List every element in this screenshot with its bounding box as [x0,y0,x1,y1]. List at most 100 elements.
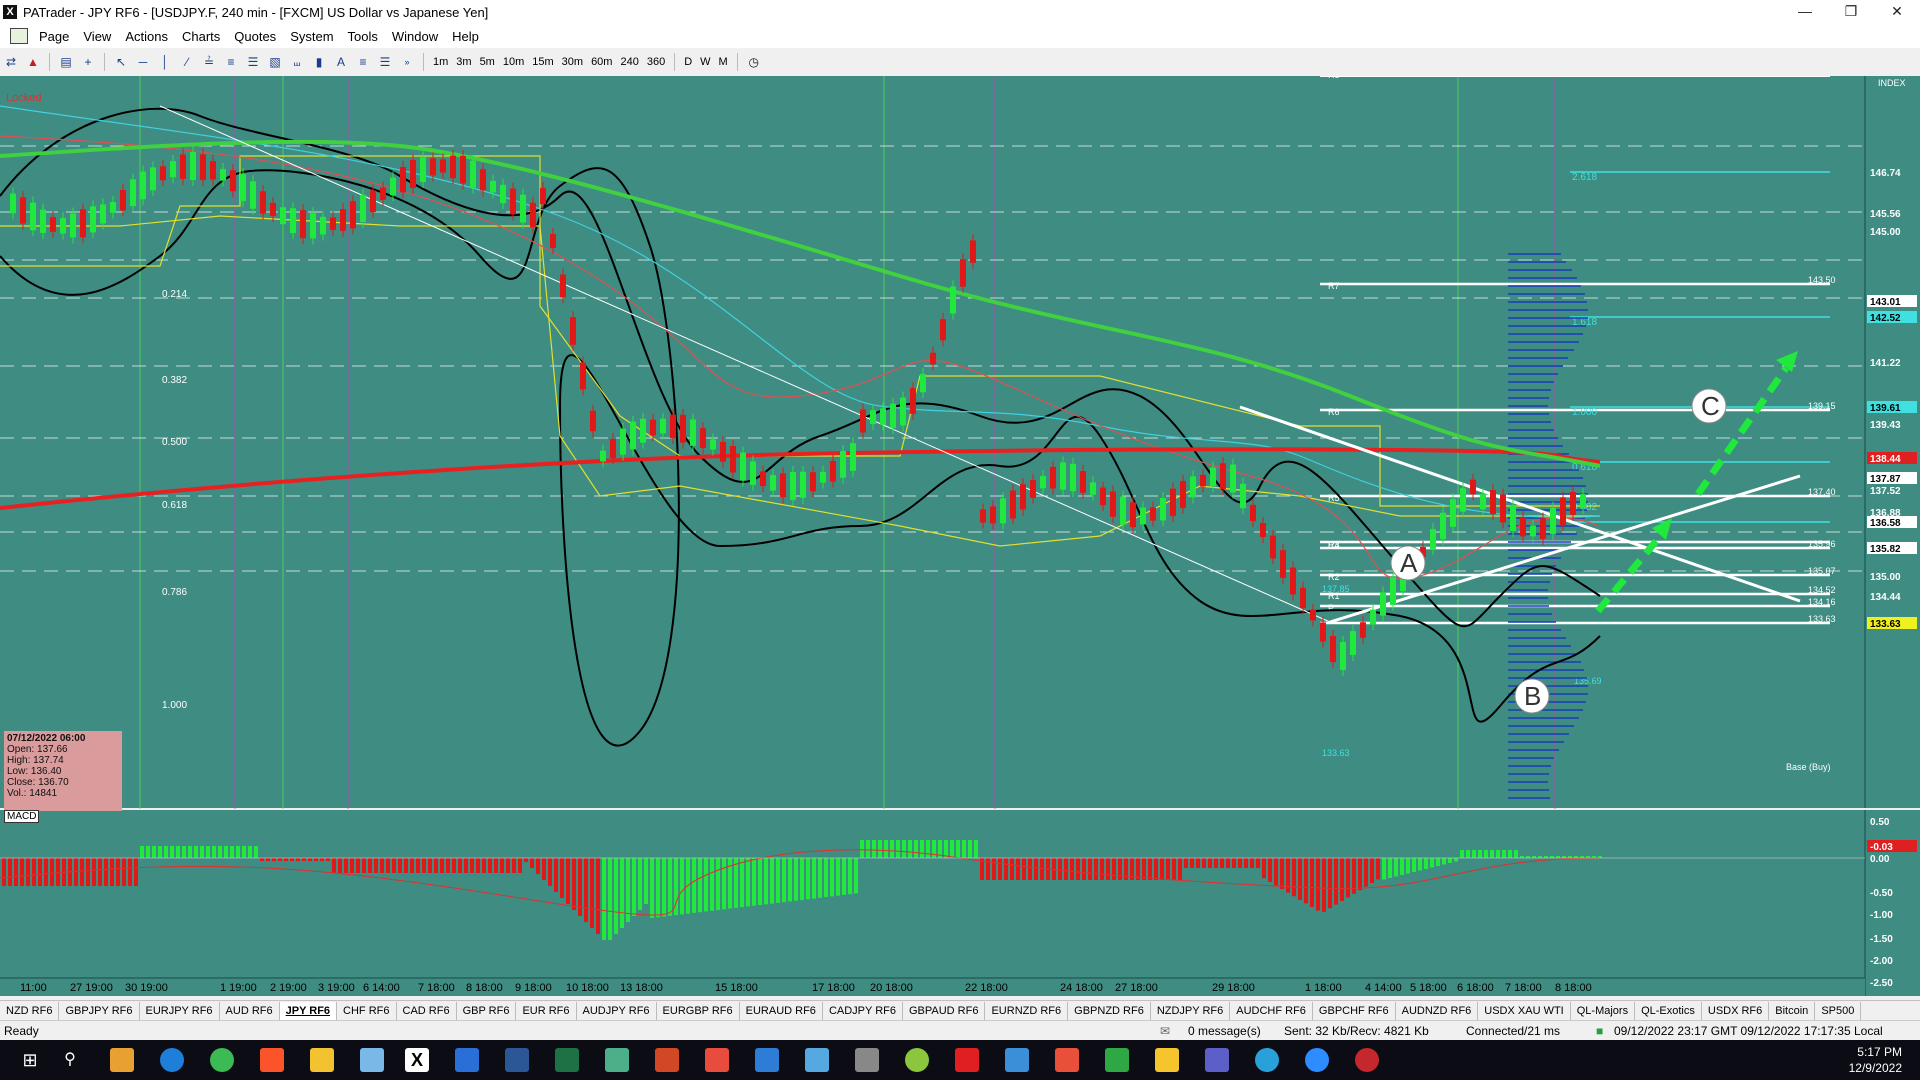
menu-tools[interactable]: Tools [341,29,385,44]
tab-eur-rf6[interactable]: EUR RF6 [516,1002,577,1020]
tab-nzdjpy-rf6[interactable]: NZDJPY RF6 [1151,1002,1231,1020]
tf-15m[interactable]: 15m [528,56,557,68]
app-icon-13[interactable] [1355,1048,1379,1072]
tab-audnzd-rf6[interactable]: AUDNZD RF6 [1396,1002,1479,1020]
telegram-icon[interactable] [1255,1048,1279,1072]
app-icon-8[interactable] [905,1048,929,1072]
tab-gbpchf-rf6[interactable]: GBPCHF RF6 [1313,1002,1396,1020]
tf-w[interactable]: W [696,56,714,68]
more-icon[interactable]: » [399,54,415,70]
app-icon-5[interactable] [755,1048,779,1072]
hline-icon[interactable]: ─ [135,54,151,70]
tf-240[interactable]: 240 [616,56,642,68]
menu-charts[interactable]: Charts [175,29,227,44]
chrome-icon[interactable] [210,1048,234,1072]
menu-view[interactable]: View [76,29,118,44]
tab-aud-rf6[interactable]: AUD RF6 [220,1002,280,1020]
tab-ql-exotics[interactable]: QL-Exotics [1635,1002,1702,1020]
text-icon[interactable]: A [333,54,349,70]
trendline-icon[interactable]: ∕ [179,54,195,70]
tf-d[interactable]: D [680,56,696,68]
tab-usdx-rf6[interactable]: USDX RF6 [1702,1002,1770,1020]
file-explorer-icon[interactable] [310,1048,334,1072]
menu-system[interactable]: System [283,29,340,44]
app-icon-11[interactable] [1055,1048,1079,1072]
pivot-icon[interactable]: ☰ [245,54,261,70]
bars-icon[interactable]: ▮ [311,54,327,70]
tab-jpy-rf6[interactable]: JPY RF6 [279,1002,338,1020]
teams-icon[interactable] [1205,1048,1229,1072]
cycle-icon[interactable]: ⧢ [289,54,305,70]
windows-start-icon[interactable]: ⊞ [18,1048,42,1072]
tf-30m[interactable]: 30m [558,56,587,68]
restore-button[interactable]: ❐ [1828,0,1874,24]
menu-help[interactable]: Help [445,29,486,44]
pointer-icon[interactable]: ↖ [113,54,129,70]
taskbar-clock[interactable]: 5:17 PM 12/9/2022 [1849,1044,1902,1076]
minimize-button[interactable]: — [1782,0,1828,24]
app-icon-2[interactable] [360,1048,384,1072]
tab-bitcoin[interactable]: Bitcoin [1769,1002,1816,1020]
tab-cadjpy-rf6[interactable]: CADJPY RF6 [823,1002,903,1020]
list-icon[interactable]: ☰ [377,54,393,70]
search-icon[interactable]: ⚲ [58,1048,82,1072]
menu-page[interactable]: Page [32,29,76,44]
tf-360[interactable]: 360 [643,56,669,68]
word-icon[interactable] [505,1048,529,1072]
calculator-icon[interactable] [455,1048,479,1072]
menu-actions[interactable]: Actions [118,29,175,44]
tf-60m[interactable]: 60m [587,56,616,68]
tab-gbp-rf6[interactable]: GBP RF6 [457,1002,517,1020]
price-chart[interactable]: INDEX0.2140.3820.5000.6180.7861.000146.7… [0,76,1920,996]
link-icon[interactable]: ⇄ [3,54,19,70]
tab-eurjpy-rf6[interactable]: EURJPY RF6 [140,1002,220,1020]
app-icon-3[interactable] [605,1048,629,1072]
tf-5m[interactable]: 5m [476,56,499,68]
app-icon-9[interactable] [955,1048,979,1072]
menu-window[interactable]: Window [385,29,445,44]
crosshair-icon[interactable]: + [80,54,96,70]
app-icon-1[interactable] [110,1048,134,1072]
app-icon-7[interactable] [855,1048,879,1072]
channel-icon[interactable]: ≟ [201,54,217,70]
zoom-icon[interactable] [1305,1048,1329,1072]
mail-icon[interactable]: ✉ [1160,1024,1170,1038]
tab-eurnzd-rf6[interactable]: EURNZD RF6 [985,1002,1069,1020]
tab-ql-majors[interactable]: QL-Majors [1571,1002,1636,1020]
tab-usdx-xau-wti[interactable]: USDX XAU WTI [1478,1002,1571,1020]
tab-euraud-rf6[interactable]: EURAUD RF6 [740,1002,823,1020]
app-icon-4[interactable] [705,1048,729,1072]
app-icon-12[interactable] [1105,1048,1129,1072]
vline-icon[interactable]: │ [157,54,173,70]
tab-cad-rf6[interactable]: CAD RF6 [397,1002,457,1020]
patrader-taskbar-icon[interactable]: X [405,1048,429,1072]
tab-gbpjpy-rf6[interactable]: GBPJPY RF6 [59,1002,140,1020]
gann-icon[interactable]: ▧ [267,54,283,70]
chart-area[interactable]: INDEX 0.214 0.382 0.500 0.618 0.786 1.000 146.7… [0,76,1920,996]
tab-chf-rf6[interactable]: CHF RF6 [337,1002,397,1020]
tab-nzd-rf6[interactable]: NZD RF6 [0,1002,60,1020]
excel-icon[interactable] [555,1048,579,1072]
tab-eurgbp-rf6[interactable]: EURGBP RF6 [657,1002,740,1020]
alert-icon[interactable]: ▲ [25,54,41,70]
edge-icon[interactable] [160,1048,184,1072]
close-button[interactable]: ✕ [1874,0,1920,24]
tf-3m[interactable]: 3m [452,56,475,68]
tab-gbpnzd-rf6[interactable]: GBPNZD RF6 [1068,1002,1151,1020]
brave-icon[interactable] [260,1048,284,1072]
sticky-notes-icon[interactable] [1155,1048,1179,1072]
powerpoint-icon[interactable] [655,1048,679,1072]
fib-icon[interactable]: ≡ [223,54,239,70]
menu-quotes[interactable]: Quotes [227,29,283,44]
tf-1m[interactable]: 1m [429,56,452,68]
tab-gbpaud-rf6[interactable]: GBPAUD RF6 [903,1002,986,1020]
app-icon-6[interactable] [805,1048,829,1072]
app-icon-10[interactable] [1005,1048,1029,1072]
tab-audchf-rf6[interactable]: AUDCHF RF6 [1230,1002,1313,1020]
chart-type-icon[interactable]: ▤ [58,54,74,70]
levels-icon[interactable]: ≡ [355,54,371,70]
clock-icon[interactable]: ◷ [746,54,762,70]
tab-sp500[interactable]: SP500 [1815,1002,1862,1020]
tf-10m[interactable]: 10m [499,56,528,68]
tf-m[interactable]: M [715,56,732,68]
